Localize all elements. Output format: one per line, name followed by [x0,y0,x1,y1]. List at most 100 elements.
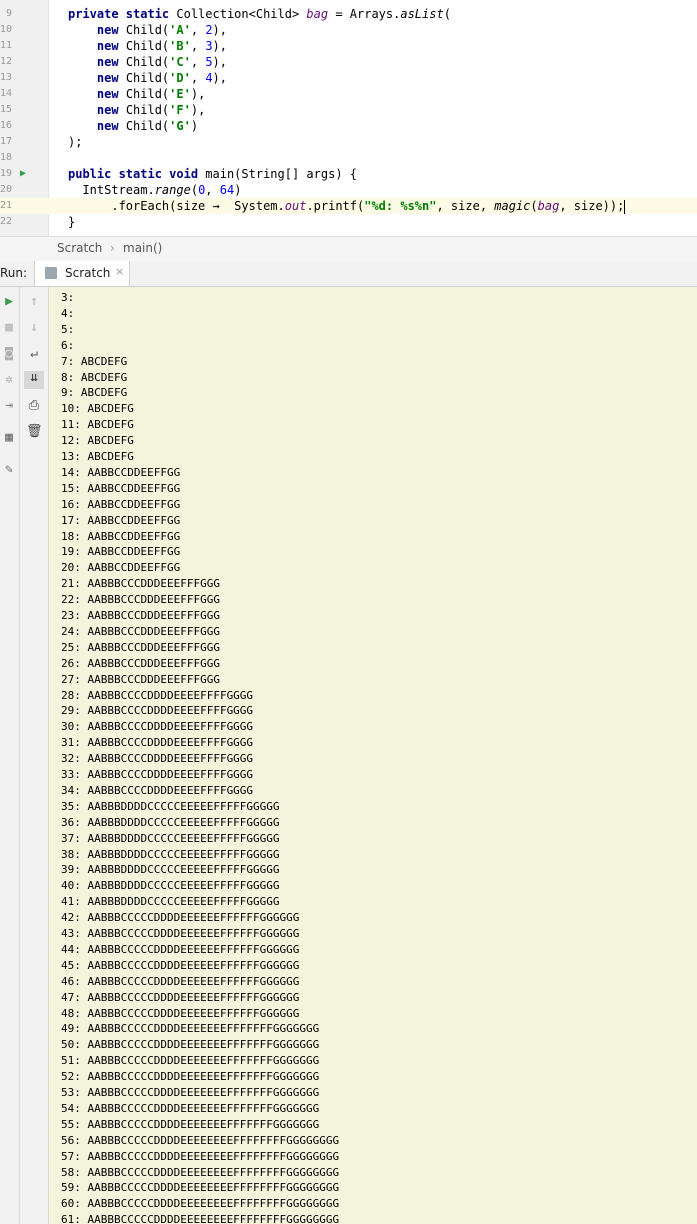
scroll-to-end-icon[interactable]: ⇊ [24,371,44,389]
output-line: 41: AABBBDDDDCCCCCEEEEEFFFFFGGGGG [61,895,280,909]
output-line: 57: AABBBCCCCCDDDDEEEEEEEEFFFFFFFFGGGGGG… [61,1149,340,1163]
run-tool-window-header: Run: Scratch × [0,261,697,287]
line-number: 10 [0,24,13,35]
output-line: 46: AABBBCCCCCDDDDEEEEEEFFFFFFGGGGGG [61,974,300,988]
output-line: 15: AABBCCDDEEFFGG [61,481,181,495]
output-line: 47: AABBBCCCCCDDDDEEEEEEFFFFFFGGGGGG [61,990,300,1004]
output-line: 56: AABBBCCCCCDDDDEEEEEEEEFFFFFFFFGGGGGG… [61,1133,340,1147]
breadcrumb-separator: › [110,241,115,255]
output-line: 36: AABBBDDDDCCCCCEEEEEFFFFFGGGGG [61,815,280,829]
run-toolbar-secondary: ↑ ↓ ↵ ⇊ ⎙ 🗑 [20,287,49,1224]
code-line[interactable]: 18 [0,150,697,166]
trash-icon[interactable]: 🗑 [26,425,43,439]
console-output[interactable]: 3: 4: 5: 6: 7: ABCDEFG 8: ABCDEFG 9: ABCDEFG 10… [49,287,697,1224]
output-line: 60: AABBBCCCCCDDDDEEEEEEEEFFFFFFFFGGGGGG… [61,1197,340,1211]
up-arrow-icon[interactable]: ↑ [26,295,42,309]
line-number: 20 [0,184,13,195]
code-text: private static Collection<Child> bag = A… [68,7,451,21]
output-line: 43: AABBBCCCCCDDDDEEEEEEFFFFFFGGGGGG [61,927,300,940]
output-line: 10: ABCDEFG [61,402,134,416]
output-line: 22: AABBBCCCDDDEEEFFFGGG [61,593,220,607]
output-line: 28: AABBBCCCCDDDDEEEEFFFFGGGG [61,688,254,702]
output-line: 26: AABBBCCCDDDEEEFFFGGG [61,656,220,670]
run-gutter-icon[interactable]: ▶ [20,166,26,182]
exit-icon[interactable]: ⇥ [1,399,17,413]
settings-icon[interactable]: ✲ [1,373,17,387]
output-line: 45: AABBBCCCCCDDDDEEEEEEFFFFFFGGGGGG [61,958,300,972]
output-line: 23: AABBBCCCDDDEEEFFFGGG [61,609,220,622]
output-line: 53: AABBBCCCCCDDDDEEEEEEEFFFFFFFGGGGGGG [61,1086,320,1099]
code-line[interactable]: 17); [0,134,697,150]
tab-scratch[interactable]: Scratch × [34,261,130,286]
output-line: 21: AABBBCCCDDDEEEFFFGGG [61,577,220,591]
output-line: 49: AABBBCCCCCDDDDEEEEEEEFFFFFFFGGGGGGG [61,1022,320,1036]
code-text: new Child('B', 3), [96,39,227,53]
code-line[interactable]: 10 new Child('A', 2), [0,22,697,38]
output-line: 29: AABBBCCCCDDDDEEEEFFFFGGGG [61,704,254,718]
code-line[interactable]: 21 .forEach(size → System.out.printf("%d… [0,198,697,214]
output-line: 6: [61,338,75,352]
line-number: 15 [0,104,13,115]
code-line[interactable]: 15 new Child('F'), [0,102,697,118]
code-line[interactable]: 12 new Child('C', 5), [0,54,697,70]
breadcrumb: Scratch › main() [0,236,697,262]
code-line[interactable]: 20 IntStream.range(0, 64) [0,182,697,198]
line-number: 12 [0,56,13,67]
breadcrumb-file[interactable]: Scratch [57,241,102,255]
line-number: 21 [0,200,13,211]
code-text: new Child('G') [96,119,199,133]
close-icon[interactable]: × [115,265,124,278]
line-number: 18 [0,152,13,163]
output-line: 40: AABBBDDDDCCCCCEEEEEFFFFFGGGGG [61,879,280,893]
output-line: 37: AABBBDDDDCCCCCEEEEEFFFFFGGGGG [61,831,280,845]
line-number: 13 [0,72,13,83]
code-line[interactable]: 19 ▶ public static void main(String[] args… [0,166,697,182]
print-icon[interactable]: ⎙ [26,399,42,413]
tab-scratch-label: Scratch [65,266,111,280]
code-line[interactable]: 9 private static Collection<Child> bag = … [0,6,697,22]
output-line: 42: AABBBCCCCCDDDDEEEEEEFFFFFFGGGGGG [61,911,300,925]
code-line[interactable]: 13 new Child('D', 4), [0,70,697,86]
output-line: 33: AABBBCCCCDDDDEEEEFFFFGGGG [61,768,254,781]
rerun-icon[interactable]: ▶ [1,295,17,309]
code-text: public static void main(String[] args) { [68,167,357,181]
code-line[interactable]: 22} [0,214,697,230]
output-line: 59: AABBBCCCCCDDDDEEEEEEEEFFFFFFFFGGGGGG… [61,1181,340,1195]
output-line: 50: AABBBCCCCCDDDDEEEEEEEFFFFFFFGGGGGGG [61,1038,320,1052]
soft-wrap-icon[interactable]: ↵ [26,347,42,361]
code-editor[interactable]: 9 private static Collection<Child> bag = … [0,0,697,236]
output-line: 9: ABCDEFG [61,386,128,400]
output-line: 14: AABBCCDDEEFFGG [61,465,181,479]
output-line: 54: AABBBCCCCCDDDDEEEEEEEFFFFFFFGGGGGGG [61,1101,320,1115]
output-line: 7: ABCDEFG [61,354,128,368]
output-line: 39: AABBBDDDDCCCCCEEEEEFFFFFGGGGG [61,863,280,877]
code-line[interactable]: 16 new Child('G') [0,118,697,134]
code-text: new Child('A', 2), [96,23,227,37]
scratch-file-icon [45,267,57,279]
code-line[interactable]: 11 new Child('B', 3), [0,38,697,54]
stop-icon[interactable]: ■ [1,321,17,335]
layout-icon[interactable]: ▦ [1,431,17,445]
output-line: 4: [61,306,75,320]
output-line: 51: AABBBCCCCCDDDDEEEEEEEFFFFFFFGGGGGGG [61,1054,320,1068]
output-line: 35: AABBBDDDDCCCCCEEEEEFFFFFGGGGG [61,799,280,813]
line-number: 16 [0,120,13,131]
output-line: 38: AABBBDDDDCCCCCEEEEEFFFFFGGGGG [61,847,280,861]
snapshot-icon[interactable]: ◙ [1,347,17,361]
breadcrumb-method[interactable]: main() [123,241,162,255]
output-line: 32: AABBBCCCCDDDDEEEEFFFFGGGG [61,752,254,766]
output-line: 17: AABBCCDDEEFFGG [61,513,181,527]
down-arrow-icon[interactable]: ↓ [26,321,42,335]
line-number: 22 [0,216,13,227]
code-line[interactable]: 14 new Child('E'), [0,86,697,102]
text-caret [624,199,626,214]
line-number: 11 [0,40,13,51]
code-text: new Child('D', 4), [96,71,227,85]
run-label: Run: [0,266,28,280]
line-number: 14 [0,88,13,99]
output-line: 30: AABBBCCCCDDDDEEEEFFFFGGGG [61,720,254,734]
pin-icon[interactable]: ✎ [1,463,17,477]
output-line: 44: AABBBCCCCCDDDDEEEEEEFFFFFFGGGGGG [61,942,300,956]
code-text: new Child('E'), [96,87,206,101]
output-line: 61: AABBBCCCCCDDDDEEEEEEEEFFFFFFFFGGGGGG… [61,1213,340,1224]
